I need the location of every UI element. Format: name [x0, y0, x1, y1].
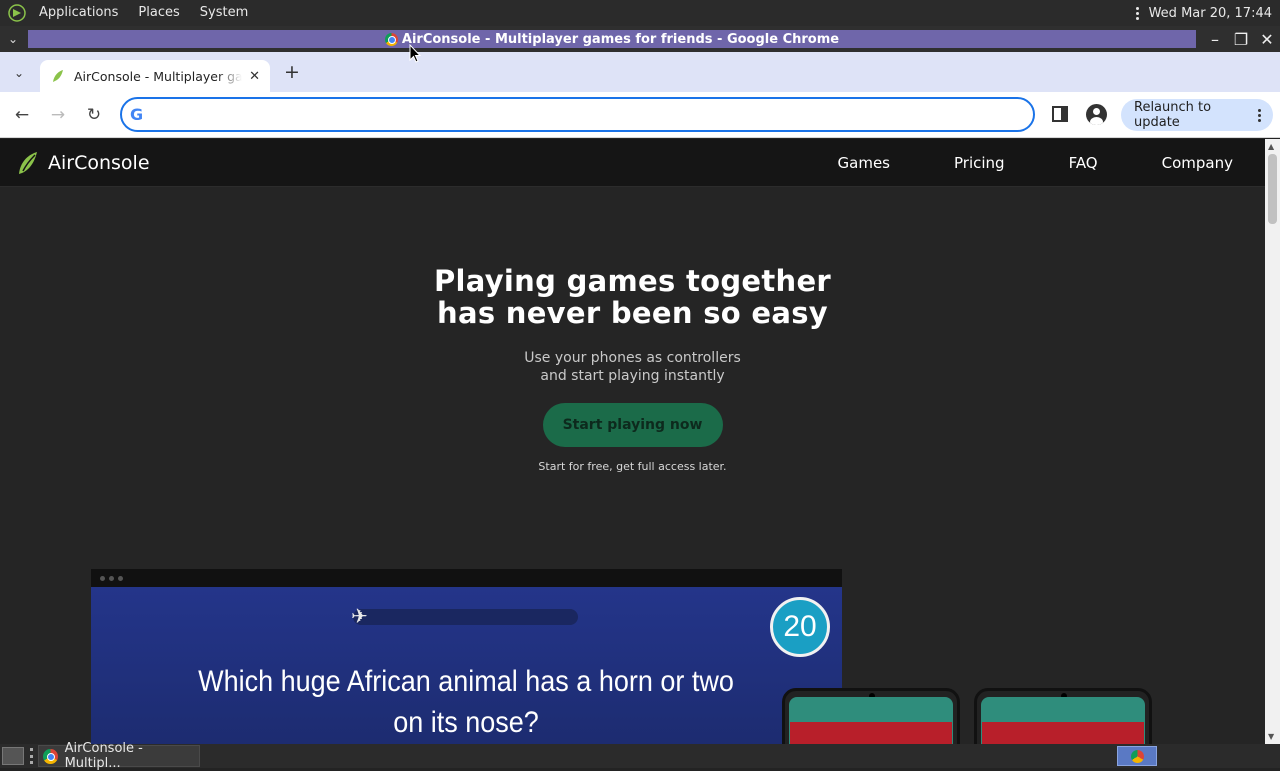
- workspace-switcher[interactable]: [1117, 746, 1157, 766]
- cta-note: Start for free, get full access later.: [538, 460, 727, 473]
- side-panel-icon[interactable]: [1052, 106, 1068, 122]
- omnibox[interactable]: G: [120, 97, 1035, 132]
- nav-company[interactable]: Company: [1162, 154, 1233, 172]
- mouse-cursor-icon: [409, 44, 421, 63]
- page-scrollbar[interactable]: ▲ ▼: [1265, 139, 1280, 744]
- page-viewport: AirConsole Games Pricing FAQ Company Pla…: [0, 139, 1265, 744]
- taskbar-chrome-window[interactable]: AirConsole - Multipl...: [38, 741, 200, 771]
- top-panel: Applications Places System Wed Mar 20, 1…: [0, 0, 1280, 26]
- chrome-menu-icon[interactable]: [1258, 108, 1261, 122]
- address-input[interactable]: [151, 106, 1033, 123]
- hero-heading-line2: has never been so easy: [437, 296, 828, 330]
- show-desktop-icon[interactable]: [2, 747, 24, 765]
- window-title[interactable]: AirConsole - Multiplayer games for frien…: [28, 30, 1196, 48]
- back-icon[interactable]: ←: [11, 104, 33, 126]
- system-menu[interactable]: System: [190, 0, 258, 26]
- forward-icon[interactable]: →: [47, 104, 69, 126]
- scroll-up-icon[interactable]: ▲: [1268, 142, 1274, 151]
- window-title-text: AirConsole - Multiplayer games for frien…: [401, 31, 840, 47]
- scroll-down-icon[interactable]: ▼: [1268, 732, 1274, 741]
- distro-logo-icon[interactable]: [7, 3, 27, 23]
- nav-faq[interactable]: FAQ: [1069, 154, 1098, 172]
- brand-link[interactable]: AirConsole: [16, 150, 150, 176]
- taskbar-grip-icon: [30, 748, 34, 764]
- chrome-icon: [43, 748, 58, 764]
- tab-search-icon[interactable]: ⌄: [8, 62, 30, 84]
- panel-overflow-icon[interactable]: [1133, 6, 1143, 20]
- phone-controller: [974, 688, 1152, 744]
- hero-heading-line1: Playing games together: [433, 264, 832, 298]
- reload-icon[interactable]: ↻: [83, 104, 105, 126]
- tab-close-icon[interactable]: ✕: [249, 69, 260, 84]
- game-preview: ✈ 20 Which huge African animal has a hor…: [91, 569, 842, 744]
- places-menu[interactable]: Places: [128, 0, 189, 26]
- relaunch-button[interactable]: Relaunch to update: [1121, 99, 1273, 131]
- nav-pricing[interactable]: Pricing: [954, 154, 1005, 172]
- tab-strip: ⌄ AirConsole - Multiplayer games for fri…: [0, 52, 1280, 92]
- phone-controller: [782, 688, 960, 744]
- hero-subtitle-line2: and start playing instantly: [540, 368, 725, 384]
- applications-menu[interactable]: Applications: [29, 0, 128, 26]
- taskbar: AirConsole - Multipl...: [0, 741, 1280, 771]
- window-titlebar[interactable]: ⌄ AirConsole - Multiplayer games for fri…: [0, 26, 1280, 52]
- countdown-timer: 20: [770, 597, 830, 657]
- relaunch-label: Relaunch to update: [1134, 100, 1212, 130]
- scrollbar-thumb[interactable]: [1268, 154, 1277, 224]
- airconsole-favicon-icon: [53, 70, 63, 82]
- phone-answer-card: [982, 722, 1144, 744]
- chrome-icon: [1130, 749, 1144, 763]
- hero-subtitle: Use your phones as controllers and start…: [0, 349, 1265, 385]
- preview-screen: ✈ 20 Which huge African animal has a hor…: [91, 587, 842, 744]
- plane-icon: ✈: [351, 604, 368, 628]
- minimize-icon[interactable]: –: [1202, 26, 1228, 52]
- preview-window-bar: [91, 569, 842, 587]
- chrome-icon: [384, 32, 398, 46]
- tab-title: AirConsole - Multiplayer games for frien…: [74, 68, 242, 84]
- nav-games[interactable]: Games: [838, 154, 890, 172]
- taskbar-window-label: AirConsole - Multipl...: [64, 741, 143, 771]
- hero-subtitle-line1: Use your phones as controllers: [524, 350, 741, 366]
- airconsole-logo-icon: [19, 151, 37, 174]
- window-menu-icon[interactable]: ⌄: [0, 26, 26, 52]
- question-progress-track: [353, 609, 578, 625]
- browser-toolbar: ← → ↻ G Relaunch to update: [0, 92, 1280, 138]
- clock[interactable]: Wed Mar 20, 17:44: [1149, 6, 1272, 21]
- hero-heading: Playing games together has never been so…: [0, 265, 1265, 329]
- site-nav: Games Pricing FAQ Company: [838, 139, 1265, 187]
- brand-name: AirConsole: [48, 151, 150, 174]
- maximize-icon[interactable]: ❐: [1228, 26, 1254, 52]
- start-playing-button[interactable]: Start playing now: [542, 403, 723, 447]
- profile-icon[interactable]: [1086, 104, 1107, 125]
- phone-answer-card: [790, 722, 952, 744]
- google-icon: G: [130, 105, 144, 124]
- close-window-icon[interactable]: ✕: [1254, 26, 1280, 52]
- site-header: AirConsole Games Pricing FAQ Company: [0, 139, 1265, 187]
- hero: Playing games together has never been so…: [0, 265, 1265, 473]
- new-tab-icon[interactable]: +: [282, 61, 302, 83]
- tab-airconsole[interactable]: AirConsole - Multiplayer games for frien…: [40, 60, 270, 92]
- quiz-question: Which huge African animal has a horn or …: [198, 665, 734, 739]
